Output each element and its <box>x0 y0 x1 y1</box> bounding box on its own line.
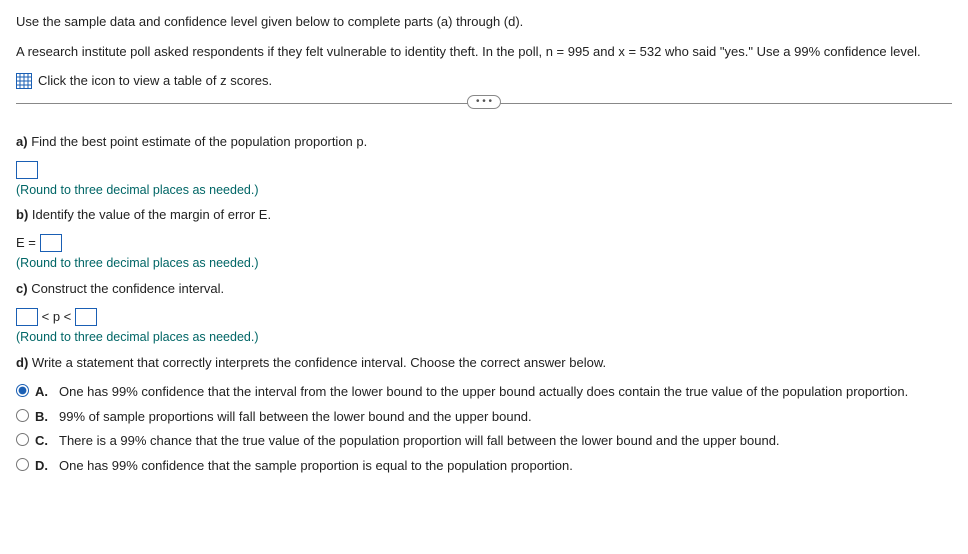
part-b-label: b) <box>16 207 28 222</box>
ci-upper-input[interactable] <box>75 308 97 326</box>
option-b[interactable]: B. 99% of sample proportions will fall b… <box>16 407 952 427</box>
option-d-letter: D. <box>35 456 53 476</box>
part-b: b) Identify the value of the margin of e… <box>16 205 952 225</box>
part-b-text: Identify the value of the margin of erro… <box>32 207 271 222</box>
part-d: d) Write a statement that correctly inte… <box>16 353 952 373</box>
e-prefix: E = <box>16 235 36 250</box>
ellipsis-icon[interactable]: • • • <box>467 95 501 109</box>
option-a-text: One has 99% confidence that the interval… <box>59 382 952 402</box>
option-c-text: There is a 99% chance that the true valu… <box>59 431 952 451</box>
margin-error-input[interactable] <box>40 234 62 252</box>
option-c-letter: C. <box>35 431 53 451</box>
option-d-text: One has 99% confidence that the sample p… <box>59 456 952 476</box>
part-c: c) Construct the confidence interval. <box>16 279 952 299</box>
part-a: a) Find the best point estimate of the p… <box>16 132 952 152</box>
p-hat-input[interactable] <box>16 161 38 179</box>
intro-line-2: A research institute poll asked responde… <box>16 42 952 62</box>
part-d-text: Write a statement that correctly interpr… <box>32 355 606 370</box>
mc-options: A. One has 99% confidence that the inter… <box>16 382 952 475</box>
part-a-label: a) <box>16 134 28 149</box>
ci-lower-input[interactable] <box>16 308 38 326</box>
z-table-link[interactable]: Click the icon to view a table of z scor… <box>16 71 952 91</box>
option-b-letter: B. <box>35 407 53 427</box>
option-a[interactable]: A. One has 99% confidence that the inter… <box>16 382 952 402</box>
table-icon <box>16 73 32 89</box>
hint-c: (Round to three decimal places as needed… <box>16 328 952 347</box>
hint-b: (Round to three decimal places as needed… <box>16 254 952 273</box>
hint-a: (Round to three decimal places as needed… <box>16 181 952 200</box>
z-table-link-text: Click the icon to view a table of z scor… <box>38 71 272 91</box>
radio-b[interactable] <box>16 409 29 422</box>
option-a-letter: A. <box>35 382 53 402</box>
option-d[interactable]: D. One has 99% confidence that the sampl… <box>16 456 952 476</box>
radio-c[interactable] <box>16 433 29 446</box>
radio-a[interactable] <box>16 384 29 397</box>
part-c-label: c) <box>16 281 28 296</box>
ci-mid-text: < p < <box>42 309 72 324</box>
radio-d[interactable] <box>16 458 29 471</box>
part-a-text: Find the best point estimate of the popu… <box>31 134 367 149</box>
intro-line-1: Use the sample data and confidence level… <box>16 12 952 32</box>
option-b-text: 99% of sample proportions will fall betw… <box>59 407 952 427</box>
option-c[interactable]: C. There is a 99% chance that the true v… <box>16 431 952 451</box>
part-c-text: Construct the confidence interval. <box>31 281 224 296</box>
part-d-label: d) <box>16 355 28 370</box>
